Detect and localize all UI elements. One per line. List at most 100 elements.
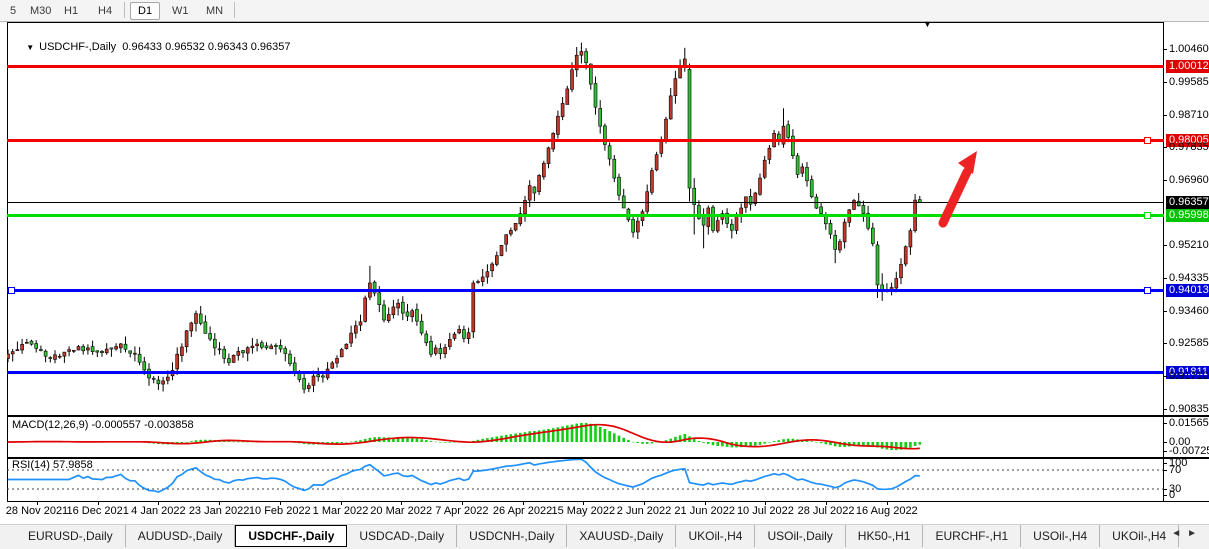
macd-axis-dash (1163, 423, 1167, 424)
price-tick-label: 0.92585 (1169, 337, 1209, 349)
symbol-ohlc: 0.96433 0.96532 0.96343 0.96357 (122, 41, 290, 53)
date-label: 7 Apr 2022 (427, 505, 497, 517)
tab-scroll-left-icon[interactable]: ◄ (1171, 528, 1187, 539)
price-badge-0.96357: 0.96357 (1166, 196, 1209, 209)
date-tick (826, 501, 827, 505)
timeframe-button-d1[interactable]: D1 (130, 2, 160, 20)
price-tick-dash (1163, 278, 1167, 279)
chart-tab-ukoil-h4[interactable]: UKOil-,H4 (676, 525, 755, 547)
price-tick-label: 0.99585 (1169, 76, 1209, 88)
mt4-window: 5M30H1H4 D1W1MN ▼ ▼ USDCHF-,Daily 0.96433 … (0, 0, 1209, 549)
chart-tab-usdchf-daily[interactable]: USDCHF-,Daily (235, 525, 347, 547)
date-label: 16 Aug 2022 (852, 505, 922, 517)
timeframe-toolbar: 5M30H1H4 D1W1MN (0, 0, 1209, 22)
chart-tab-eurchf-h1[interactable]: EURCHF-,H1 (923, 525, 1021, 547)
price-badge-1.00012: 1.00012 (1166, 60, 1209, 73)
date-tick (341, 501, 342, 505)
date-tick (705, 501, 706, 505)
toolbar-separator (124, 2, 125, 18)
price-badge-0.95998: 0.95998 (1166, 209, 1209, 222)
macd-axis-label: 0.015654 (1169, 417, 1209, 429)
price-tick-label: 0.97835 (1169, 141, 1209, 153)
hline-marker[interactable] (8, 287, 15, 294)
chart-border-bottom (7, 501, 1209, 502)
rsi-label: RSI(14) 57.9858 (12, 459, 93, 471)
date-tick (644, 501, 645, 505)
timeframe-button-mn[interactable]: MN (198, 2, 231, 20)
timeframe-button-h1[interactable]: H1 (56, 2, 86, 20)
date-tick (462, 501, 463, 505)
timeframe-button-5[interactable]: 5 (2, 2, 24, 20)
macd-axis-label: -0.007259 (1169, 445, 1209, 457)
date-tick (887, 501, 888, 505)
date-label: 15 May 2022 (548, 505, 618, 517)
price-tick-dash (1163, 409, 1167, 410)
chart-tab-usdcad-daily[interactable]: USDCAD-,Daily (347, 525, 457, 547)
chart-tab-bar: EURUSD-,DailyAUDUSD-,DailyUSDCHF-,DailyU… (0, 524, 1209, 549)
rsi-axis-label: 70 (1169, 464, 1209, 476)
price-badge-0.94013: 0.94013 (1166, 284, 1209, 297)
rsi-axis-label: 0 (1169, 489, 1209, 501)
date-label: 28 Nov 2021 (2, 505, 72, 517)
chart-tab-usdcnh-daily[interactable]: USDCNH-,Daily (457, 525, 567, 547)
timeframe-button-w1[interactable]: W1 (164, 2, 197, 20)
chart-tab-usoil-h4[interactable]: USOil-,H4 (1021, 525, 1100, 547)
rsi-axis-dash (1163, 495, 1167, 496)
price-tick-dash (1163, 376, 1167, 377)
date-label: 1 Mar 2022 (306, 505, 376, 517)
date-label: 10 Feb 2022 (245, 505, 315, 517)
chart-tab-hk50-h1[interactable]: HK50-,H1 (846, 525, 924, 547)
price-tick-label: 1.00460 (1169, 43, 1209, 55)
hline-0.95998[interactable] (7, 214, 1164, 217)
candlestick-canvas[interactable] (7, 22, 1164, 415)
chart-tab-eurusd-daily[interactable]: EURUSD-,Daily (16, 525, 126, 547)
hline-0.98005[interactable] (7, 139, 1164, 142)
price-tick-dash (1163, 82, 1167, 83)
chart-shift-marker[interactable]: ▼ (923, 19, 932, 29)
price-tick-dash (1163, 147, 1167, 148)
hline-marker[interactable] (1144, 137, 1151, 144)
price-tick-dash (1163, 49, 1167, 50)
date-label: 10 Jul 2022 (730, 505, 800, 517)
price-tick-dash (1163, 311, 1167, 312)
tab-scroll-right-icon[interactable]: ► (1187, 528, 1203, 539)
tab-scroll-arrows: ◄► (1171, 528, 1203, 539)
price-tick-label: 0.94335 (1169, 272, 1209, 284)
price-tick-dash (1163, 115, 1167, 116)
symbol-dropdown-icon[interactable]: ▼ (26, 43, 34, 52)
chart-tab-audusd-daily[interactable]: AUDUSD-,Daily (126, 525, 236, 547)
date-label: 21 Jun 2022 (670, 505, 740, 517)
timeframe-button-m30[interactable]: M30 (22, 2, 59, 20)
timeframe-button-h4[interactable]: H4 (90, 2, 120, 20)
symbol-name: USDCHF-,Daily (39, 41, 116, 53)
date-tick (98, 501, 99, 505)
date-tick (219, 501, 220, 505)
date-label: 4 Jan 2022 (123, 505, 193, 517)
rsi-canvas[interactable] (7, 459, 1164, 501)
hline-marker[interactable] (1144, 212, 1151, 219)
price-tick-label: 0.93460 (1169, 305, 1209, 317)
hline-0.91811[interactable] (7, 371, 1164, 374)
hline-0.94013[interactable] (7, 289, 1164, 292)
date-tick (765, 501, 766, 505)
date-label: 23 Jan 2022 (184, 505, 254, 517)
date-tick (280, 501, 281, 505)
toolbar-separator (234, 2, 235, 18)
hline-marker[interactable] (1144, 287, 1151, 294)
macd-axis-dash (1163, 451, 1167, 452)
date-label: 26 Apr 2022 (488, 505, 558, 517)
price-tick-label: 0.95210 (1169, 239, 1209, 251)
symbol-title: ▼ USDCHF-,Daily 0.96433 0.96532 0.96343 0… (14, 29, 291, 65)
date-label: 28 Jul 2022 (791, 505, 861, 517)
hline-0.96357[interactable] (7, 202, 1164, 203)
date-label: 16 Dec 2021 (63, 505, 133, 517)
chart-tab-ukoil-h4[interactable]: UKOil-,H4 (1100, 525, 1179, 547)
chart-tab-xauusd-daily[interactable]: XAUUSD-,Daily (567, 525, 676, 547)
chart-tab-usoil-daily[interactable]: USOil-,Daily (755, 525, 845, 547)
price-tick-label: 0.90835 (1169, 403, 1209, 415)
price-tick-dash (1163, 343, 1167, 344)
date-tick (401, 501, 402, 505)
rsi-axis-dash (1163, 463, 1167, 464)
date-tick (37, 501, 38, 505)
date-tick (523, 501, 524, 505)
